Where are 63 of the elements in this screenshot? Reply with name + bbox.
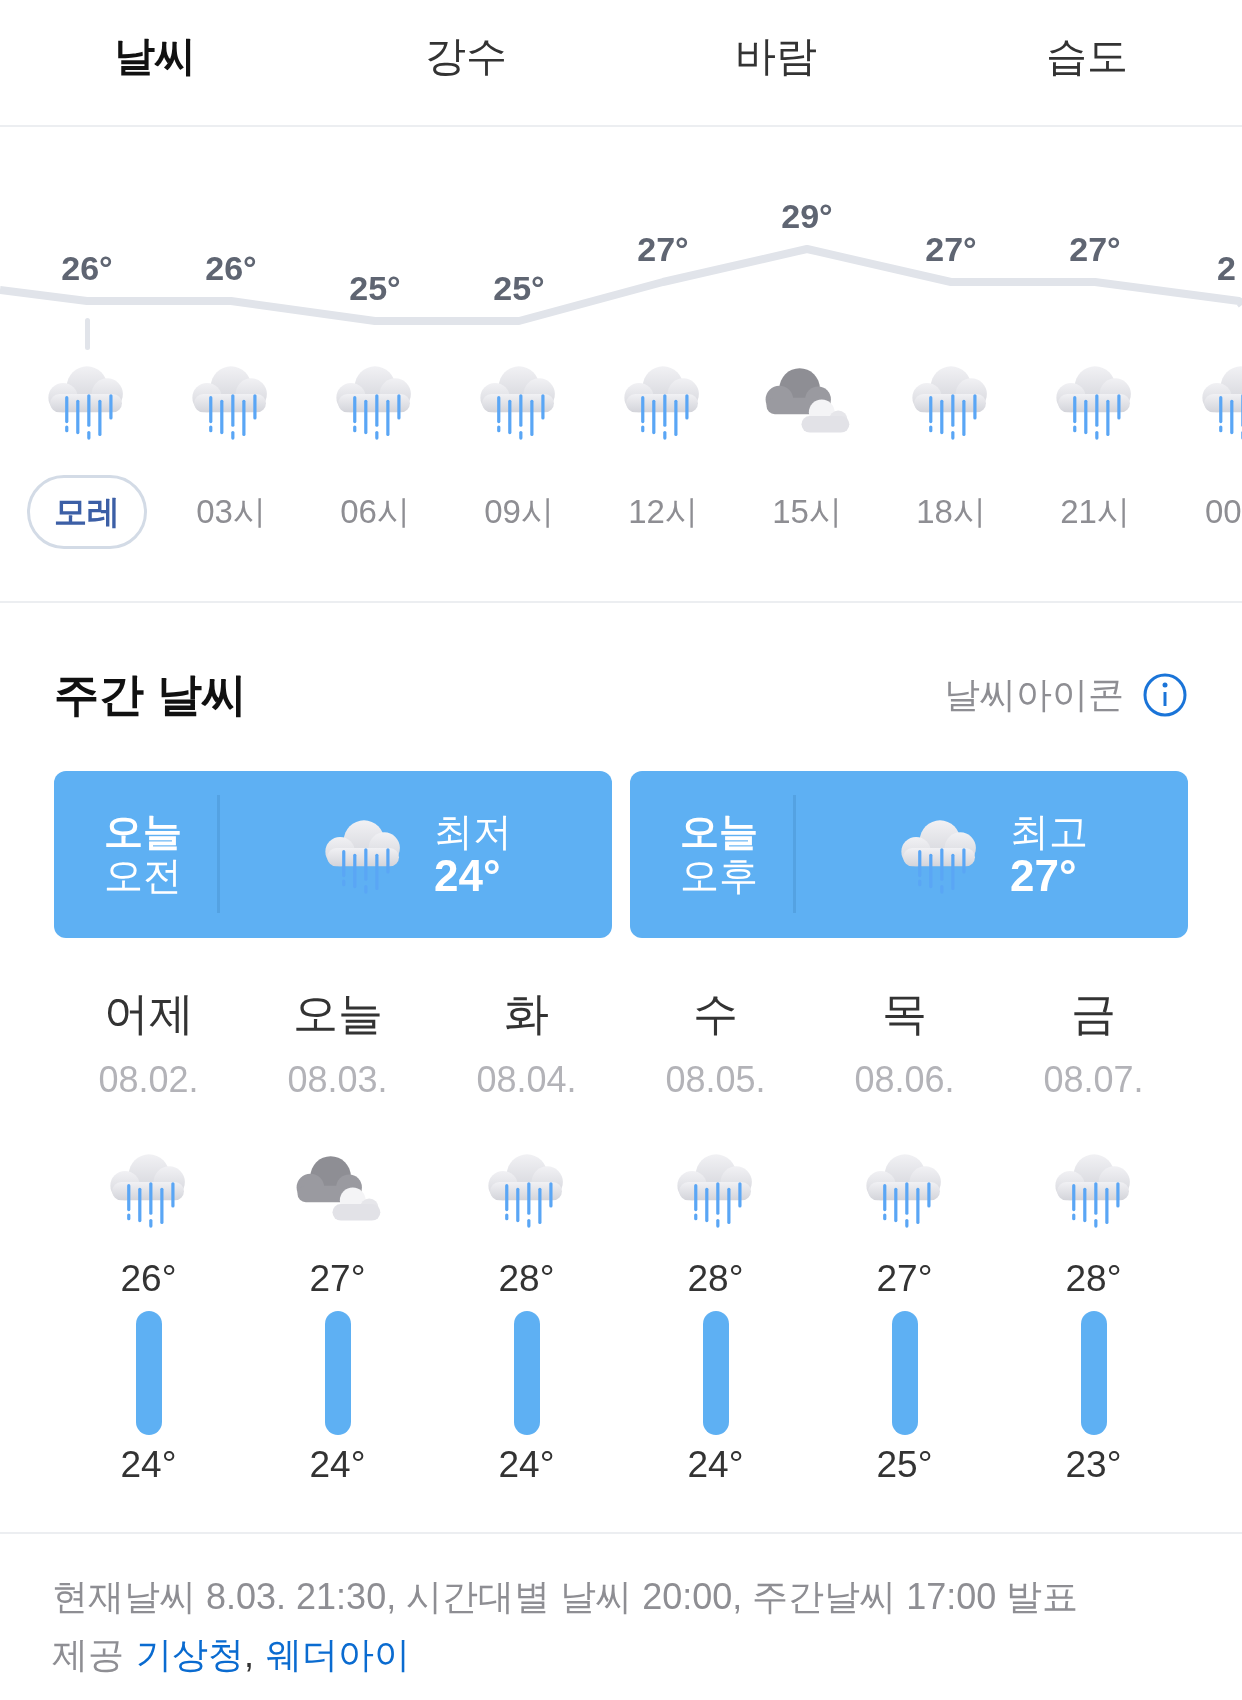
tab[interactable]: 바람 — [621, 0, 932, 125]
low-temperature: 23° — [1065, 1442, 1122, 1487]
day-name: 금 — [1071, 986, 1116, 1041]
hour-time[interactable]: 00 — [1205, 475, 1242, 549]
day-name: 오늘 — [292, 986, 383, 1041]
hour-time[interactable]: 06시 — [340, 475, 410, 549]
hour-time[interactable]: 18시 — [916, 475, 986, 549]
high-temperature: 28° — [687, 1257, 744, 1301]
day-name: 어제 — [103, 986, 194, 1041]
high-temperature: 28° — [498, 1257, 555, 1301]
day-date: 08.07. — [1043, 1058, 1144, 1102]
high-temperature: 28° — [1065, 1257, 1122, 1301]
hour-temperature: 27° — [637, 229, 689, 270]
low-temperature: 24° — [687, 1442, 744, 1487]
day-date: 08.05. — [665, 1058, 766, 1102]
hour-temperature: 26° — [205, 248, 257, 289]
day-date: 08.06. — [854, 1058, 955, 1102]
tab[interactable]: 습도 — [931, 0, 1242, 125]
marker-tick — [85, 318, 90, 350]
hour-temperature: 27° — [1069, 229, 1121, 270]
tab[interactable]: 날씨 — [0, 0, 311, 125]
hour-temperature: 25° — [493, 268, 545, 309]
card-label: 최고 — [1010, 810, 1088, 854]
hour-temperature: 2 — [1217, 248, 1236, 289]
high-temperature: 27° — [309, 1257, 366, 1301]
selected-time-pill[interactable]: 모레 — [27, 475, 147, 549]
day-name: 화 — [504, 986, 549, 1041]
card-period: 오후 — [680, 854, 759, 898]
provider-link[interactable]: 기상청 — [136, 1626, 244, 1684]
card-day: 오늘 — [104, 810, 217, 854]
low-temperature: 24° — [309, 1442, 366, 1487]
low-temperature: 24° — [120, 1442, 177, 1487]
day-date: 08.02. — [98, 1058, 199, 1102]
section-title: 주간 날씨 — [54, 668, 247, 722]
hour-temperature: 29° — [781, 196, 833, 237]
tab[interactable]: 강수 — [310, 0, 621, 125]
hour-time[interactable]: 15시 — [772, 475, 842, 549]
hour-time[interactable]: 09시 — [484, 475, 554, 549]
low-temperature: 24° — [498, 1442, 555, 1487]
hour-time[interactable]: 12시 — [628, 475, 698, 549]
card-temperature: 24° — [434, 854, 502, 898]
card-period: 오전 — [104, 854, 183, 898]
hour-time[interactable]: 21시 — [1060, 475, 1130, 549]
day-date: 08.03. — [287, 1058, 388, 1102]
day-name: 수 — [693, 986, 738, 1041]
provider-label: 제공 — [52, 1633, 124, 1677]
hour-temperature: 25° — [349, 268, 401, 309]
hour-temperature: 27° — [925, 229, 977, 270]
icon-legend-link[interactable]: 날씨아이콘 — [944, 667, 1124, 722]
day-name: 목 — [882, 986, 927, 1041]
hour-temperature: 26° — [61, 248, 113, 289]
day-date: 08.04. — [476, 1058, 577, 1102]
low-temperature: 25° — [876, 1442, 933, 1487]
high-temperature: 26° — [120, 1257, 177, 1301]
card-day: 오늘 — [680, 810, 793, 854]
separator: , — [244, 1633, 254, 1677]
card-label: 최저 — [434, 810, 512, 854]
high-temperature: 27° — [876, 1257, 933, 1301]
update-notice: 현재날씨 8.03. 21:30, 시간대별 날씨 20:00, 주간날씨 17:00 발표 — [52, 1575, 1080, 1619]
provider-link[interactable]: 웨더아이 — [266, 1626, 410, 1684]
hour-time[interactable]: 03시 — [196, 475, 266, 549]
info-icon[interactable] — [1142, 671, 1188, 718]
card-temperature: 27° — [1010, 854, 1078, 898]
